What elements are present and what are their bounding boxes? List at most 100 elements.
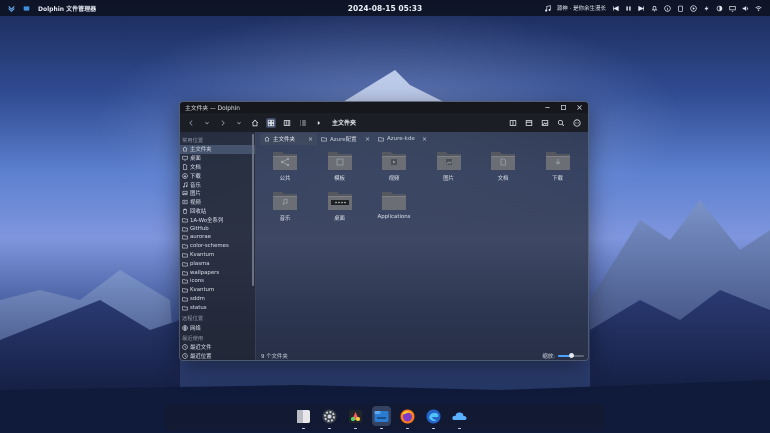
music-icon[interactable] [544, 4, 551, 12]
tab-close-icon[interactable]: × [308, 136, 313, 143]
breadcrumb-arrow-icon[interactable] [314, 118, 324, 128]
sidebar-item-place-5[interactable]: 图片 [180, 189, 255, 198]
firefox-app-icon[interactable] [398, 406, 417, 429]
home-button[interactable] [250, 118, 260, 128]
folder-icon [182, 296, 188, 302]
running-indicator [354, 427, 357, 429]
folder-item[interactable]: 公共 [265, 149, 305, 182]
edge-app-icon[interactable] [424, 406, 443, 429]
sidebar-item-place-17[interactable]: sddm [180, 295, 255, 304]
folder-label: 下载 [552, 176, 563, 182]
folder-item[interactable]: 图片 [429, 149, 469, 182]
color-app-icon[interactable] [346, 406, 365, 429]
back-button[interactable] [186, 118, 196, 128]
folder-icon [182, 217, 188, 223]
clipboard-icon[interactable] [677, 5, 684, 12]
sidebar-item-place-9[interactable]: GitHub [180, 224, 255, 233]
folder-label: 公共 [279, 176, 291, 182]
tab-close-icon[interactable]: × [365, 136, 370, 143]
sidebar-item-place-15[interactable]: icons [180, 277, 255, 286]
minimize-button[interactable] [544, 104, 551, 111]
sidebar-scrollbar[interactable] [252, 134, 254, 286]
info-icon[interactable] [664, 4, 671, 12]
panel-button[interactable] [524, 118, 534, 128]
window-titlebar[interactable]: 主文件夹 — Dolphin [180, 102, 588, 113]
brightness-icon[interactable] [716, 5, 723, 12]
menu-icon[interactable] [572, 118, 582, 128]
sidebar-item-place-11[interactable]: color-schemes [180, 242, 255, 251]
forward-button[interactable] [218, 118, 228, 128]
sidebar-item-place-12[interactable]: Kvantum [180, 251, 255, 260]
wifi-icon[interactable] [755, 5, 762, 12]
bolt-icon[interactable] [703, 5, 710, 12]
folder-icon [327, 189, 353, 211]
folder-icon [381, 149, 407, 171]
folder-icon [182, 243, 188, 249]
prev-icon[interactable] [612, 5, 619, 12]
close-button[interactable] [576, 104, 583, 111]
sidebar-item-place-2[interactable]: 文档 [180, 163, 255, 172]
sidebar-item-place-4[interactable]: 音乐 [180, 180, 255, 189]
forward-menu-icon[interactable] [234, 118, 244, 128]
folder-item[interactable]: 下载 [538, 149, 578, 182]
settings-app-icon[interactable] [320, 406, 339, 429]
details-view-button[interactable] [298, 118, 308, 128]
tab-close-icon[interactable]: × [422, 136, 427, 143]
sidebar-item-recent-1[interactable]: 最近位置 [180, 352, 255, 360]
back-menu-icon[interactable] [202, 118, 212, 128]
maximize-button[interactable] [560, 104, 567, 111]
sidebar-item-place-7[interactable]: 回收站 [180, 207, 255, 216]
folder-item[interactable]: 视频 [374, 149, 414, 182]
cloud-app-icon[interactable] [450, 406, 469, 429]
folder-label: Applications [377, 214, 411, 220]
sidebar-item-place-6[interactable]: 视频 [180, 198, 255, 207]
sidebar-item-label: 网络 [190, 325, 201, 332]
folder-item[interactable]: 模板 [320, 149, 360, 182]
sidebar-item-place-1[interactable]: 桌面 [180, 154, 255, 163]
sidebar-item-place-18[interactable]: status [180, 303, 255, 312]
preview-button[interactable] [540, 118, 550, 128]
split-view-button[interactable] [508, 118, 518, 128]
bell-icon[interactable] [651, 5, 658, 12]
status-summary: 9 个文件夹 [261, 354, 288, 360]
sidebar-item-label: 主文件夹 [190, 147, 212, 154]
sidebar-item-place-3[interactable]: 下载 [180, 171, 255, 180]
launcher-icon[interactable] [8, 5, 15, 12]
sidebar-item-label: 音乐 [190, 182, 201, 189]
sidebar-item-place-0[interactable]: 主文件夹 [180, 145, 255, 154]
sidebar-item-place-8[interactable]: 1A-Wo全系列 [180, 215, 255, 224]
volume-icon[interactable] [742, 5, 749, 12]
zoom-slider[interactable] [558, 353, 584, 358]
search-icon[interactable] [556, 118, 566, 128]
folder-item[interactable]: 音乐 [265, 189, 305, 222]
folder-item[interactable]: 桌面 [320, 189, 360, 222]
sidebar-item-place-14[interactable]: wallpapers [180, 268, 255, 277]
compact-view-button[interactable] [282, 118, 292, 128]
running-indicator [406, 427, 409, 429]
next-icon[interactable] [638, 5, 645, 12]
dolphin-app-icon[interactable] [372, 406, 391, 429]
now-playing[interactable]: 源神 · 是你余生漫长 [557, 4, 606, 12]
folder-item[interactable]: 文档 [483, 149, 523, 182]
tab-0[interactable]: 主文件夹 × [260, 133, 317, 145]
sidebar-item-place-13[interactable]: plasma [180, 259, 255, 268]
clock-icon [182, 344, 188, 351]
sidebar-item-recent-0[interactable]: 最近文件 [180, 343, 255, 352]
breadcrumb[interactable]: 主文件夹 [332, 118, 356, 127]
sidebar-item-place-16[interactable]: Kvantum [180, 286, 255, 295]
tab-1[interactable]: Azure配置 × [317, 133, 374, 145]
zoom-handle[interactable] [568, 353, 574, 358]
display-icon[interactable] [729, 5, 736, 12]
pause-icon[interactable] [625, 5, 632, 12]
dolphin-window: 主文件夹 — Dolphin 主文件夹 常用位置 主文件夹 桌面 文档 下载 音… [179, 101, 589, 361]
files-app-icon[interactable] [294, 406, 313, 429]
tab-2[interactable]: Azure-kde × [374, 133, 431, 145]
folder-icon [182, 287, 188, 293]
tab-label: 主文件夹 [273, 137, 296, 143]
media-icon[interactable] [690, 4, 697, 12]
sidebar-item-place-10[interactable]: aurorae [180, 233, 255, 242]
icons-view-button[interactable] [266, 117, 276, 128]
sidebar-item-remote-0[interactable]: 网络 [180, 323, 255, 332]
active-app-name[interactable]: Dolphin 文件管理器 [38, 4, 96, 13]
folder-item[interactable]: Applications [374, 189, 414, 220]
